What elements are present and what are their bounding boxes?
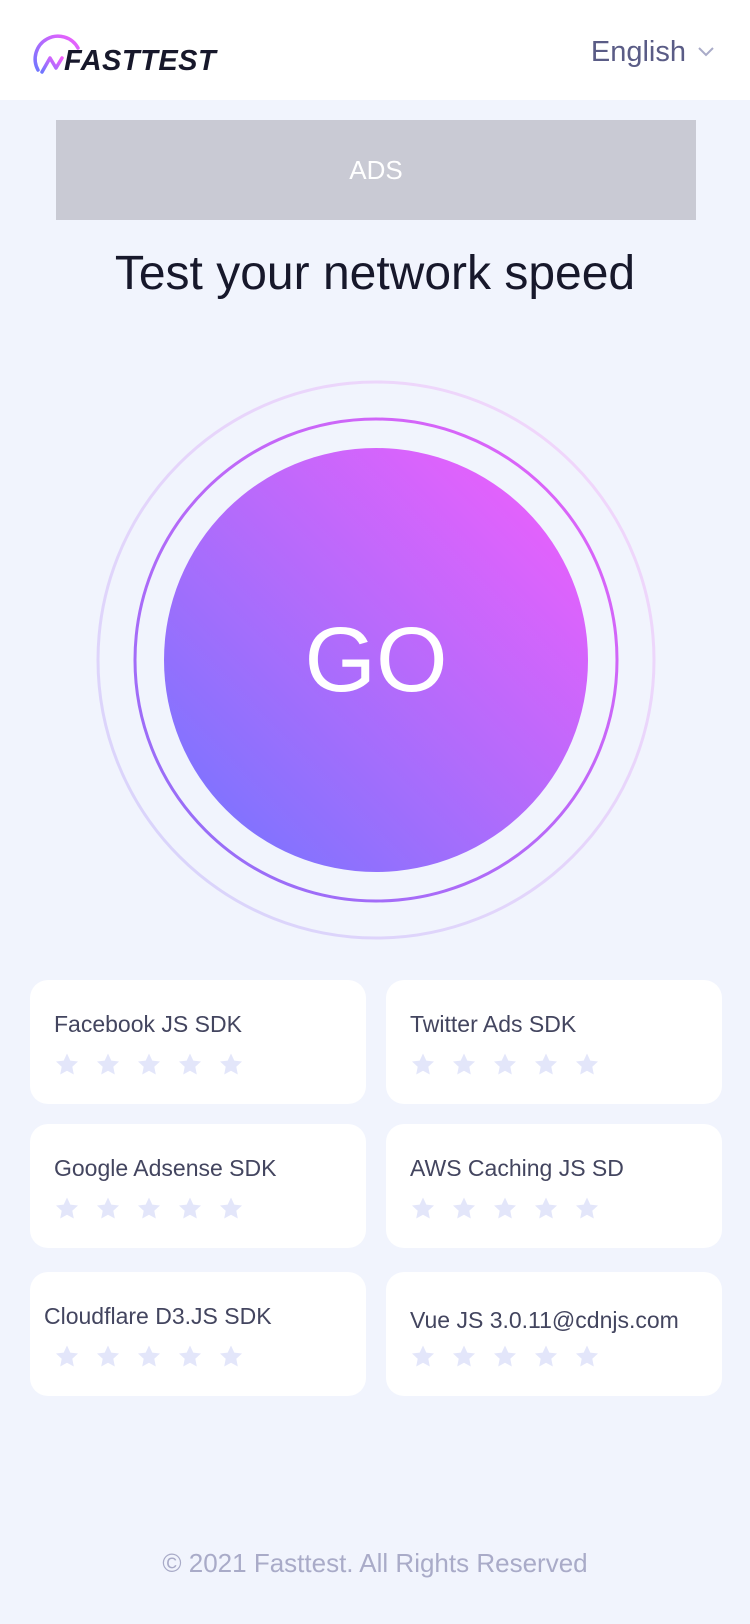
sdk-card[interactable]: AWS Caching JS SD (386, 1124, 722, 1248)
star-icon (494, 1345, 516, 1367)
header: FASTTEST English (0, 0, 750, 100)
star-icon (576, 1345, 598, 1367)
star-rating (54, 1344, 244, 1370)
star-rating (410, 1052, 600, 1078)
chevron-down-icon (698, 47, 714, 57)
ad-banner[interactable]: ADS (56, 120, 696, 220)
language-selector[interactable]: English (591, 32, 714, 72)
go-button[interactable]: GO (164, 448, 588, 872)
star-icon (220, 1197, 242, 1219)
star-icon (494, 1197, 516, 1219)
ad-label: ADS (349, 154, 403, 185)
sdk-card[interactable]: Facebook JS SDK (30, 980, 366, 1104)
star-rating (410, 1196, 600, 1222)
star-icon (412, 1053, 434, 1075)
logo-text: FASTTEST (64, 45, 217, 77)
star-icon (535, 1053, 557, 1075)
star-icon (535, 1345, 557, 1367)
sdk-name: Facebook JS SDK (54, 1011, 242, 1037)
star-icon (535, 1197, 557, 1219)
star-icon (97, 1197, 119, 1219)
star-icon (56, 1053, 78, 1075)
footer-copyright: © 2021 Fasttest. All Rights Reserved (162, 1548, 588, 1578)
star-icon (56, 1345, 78, 1367)
star-icon (138, 1053, 160, 1075)
sdk-card[interactable]: Cloudflare D3.JS SDK (30, 1272, 366, 1396)
star-icon (97, 1345, 119, 1367)
sdk-card[interactable]: Vue JS 3.0.11@cdnjs.com (386, 1272, 722, 1396)
sdk-name: Cloudflare D3.JS SDK (44, 1303, 272, 1329)
sdk-name: Google Adsense SDK (54, 1155, 277, 1181)
star-icon (220, 1345, 242, 1367)
star-rating (54, 1052, 244, 1078)
page-title: Test your network speed (114, 247, 636, 300)
star-rating (54, 1196, 244, 1222)
go-label: GO (304, 608, 448, 711)
star-icon (453, 1197, 475, 1219)
sdk-name: Twitter Ads SDK (410, 1011, 577, 1037)
star-icon (412, 1345, 434, 1367)
star-icon (179, 1197, 201, 1219)
sdk-name: Vue JS 3.0.11@cdnjs.com (410, 1307, 679, 1333)
star-icon (576, 1053, 598, 1075)
sdk-card[interactable]: Google Adsense SDK (30, 1124, 366, 1248)
sdk-card[interactable]: Twitter Ads SDK (386, 980, 722, 1104)
star-icon (138, 1197, 160, 1219)
star-icon (412, 1197, 434, 1219)
star-icon (453, 1345, 475, 1367)
fasttest-logo[interactable]: FASTTEST (30, 22, 216, 78)
language-label: English (590, 35, 686, 68)
star-icon (56, 1197, 78, 1219)
star-icon (494, 1053, 516, 1075)
star-icon (179, 1345, 201, 1367)
star-icon (97, 1053, 119, 1075)
star-icon (220, 1053, 242, 1075)
star-icon (138, 1345, 160, 1367)
star-icon (453, 1053, 475, 1075)
sdk-name: AWS Caching JS SD (410, 1155, 624, 1181)
star-icon (576, 1197, 598, 1219)
star-icon (179, 1053, 201, 1075)
star-rating (410, 1344, 600, 1370)
